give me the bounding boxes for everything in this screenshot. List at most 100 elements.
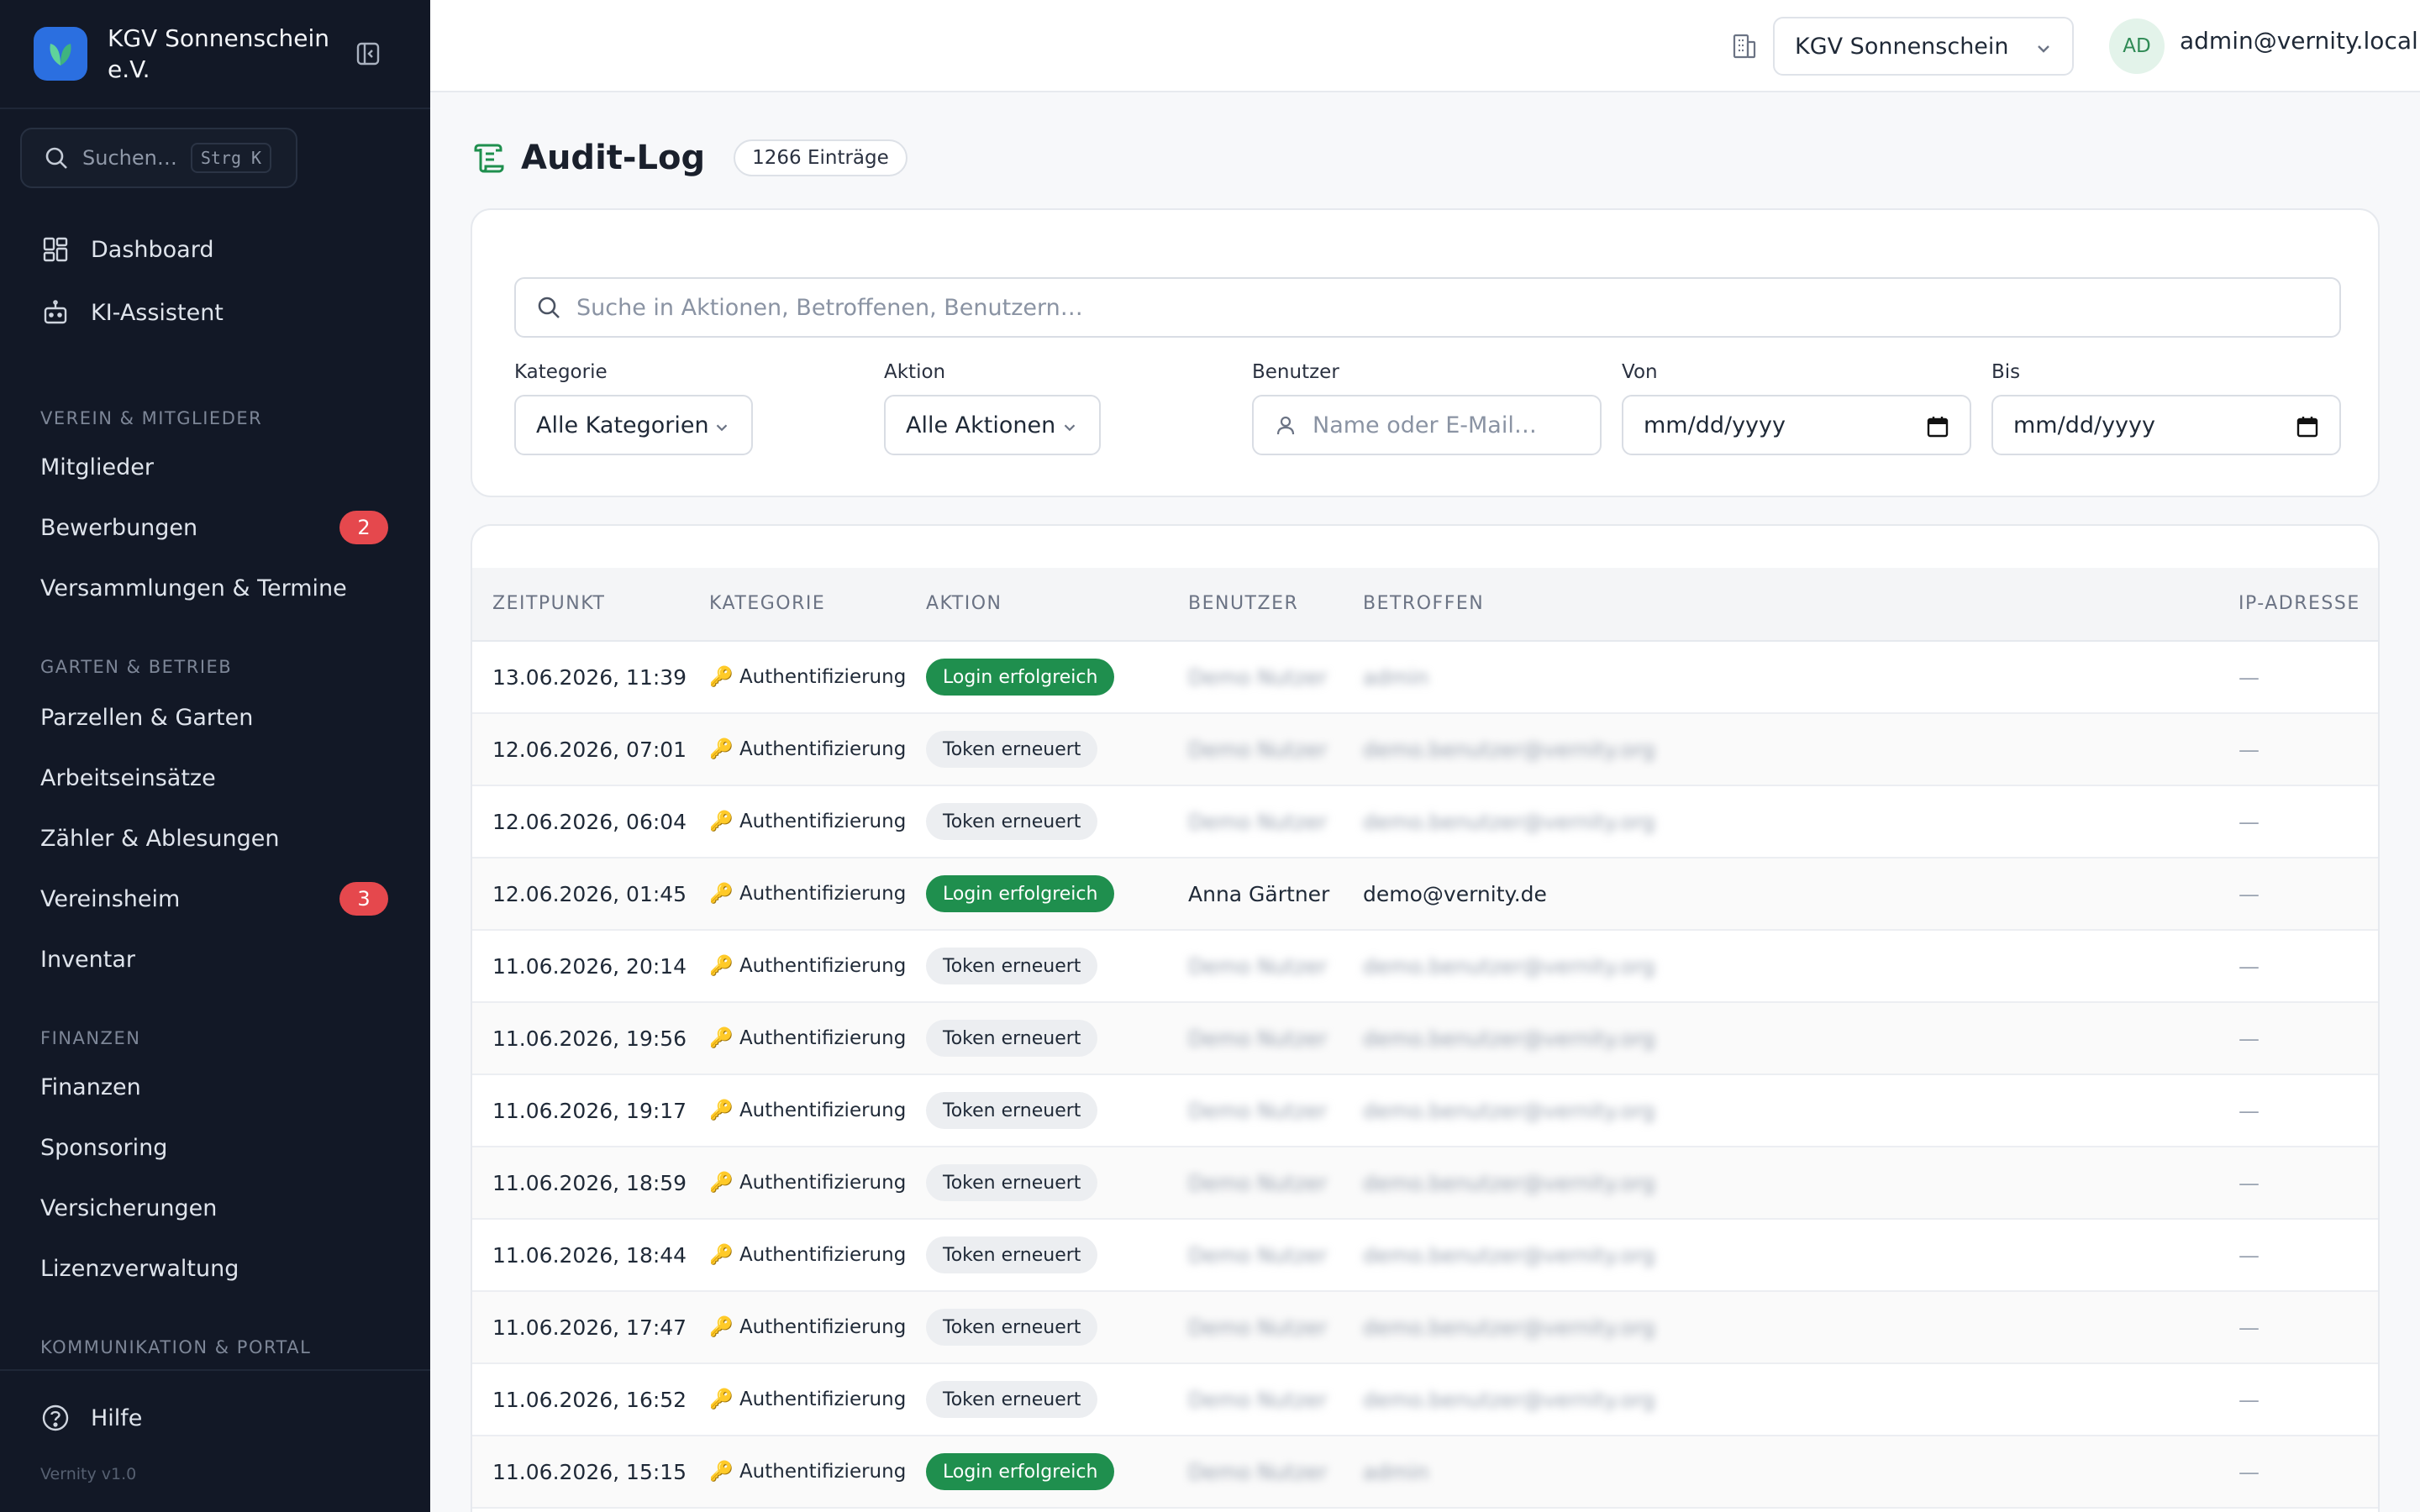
action-filter-value: Alle Aktionen	[906, 412, 1056, 438]
nav-ki-assistent[interactable]: KI-Assistent	[0, 286, 430, 339]
action-badge: Token erneuert	[926, 803, 1098, 840]
action-filter-select[interactable]: Alle Aktionen	[884, 395, 1101, 455]
table-row[interactable]: 12.06.2026, 06:04 🔑 Authentifizierung Toke…	[472, 786, 2378, 858]
table-row[interactable]: 11.06.2026, 17:47 🔑 Authentifizierung Toke…	[472, 1292, 2378, 1364]
user-filter-input[interactable]: Name oder E-Mail…	[1252, 395, 1602, 455]
cell-affected: demo.benutzer@vernity.org	[1363, 954, 1655, 979]
nav-label: Mitglieder	[40, 454, 154, 480]
to-date-input[interactable]: mm/dd/yyyy	[1991, 395, 2341, 455]
action-badge: Token erneuert	[926, 1092, 1098, 1129]
cell-affected: demo.benutzer@vernity.org	[1363, 810, 1655, 834]
nav-versicherungen[interactable]: Versicherungen	[0, 1181, 430, 1235]
table-row[interactable]: 11.06.2026, 19:56 🔑 Authentifizierung Toke…	[472, 1003, 2378, 1075]
nav-dashboard[interactable]: Dashboard	[0, 223, 430, 276]
action-badge: Login erfolgreich	[926, 1453, 1115, 1490]
avatar[interactable]: AD	[2109, 18, 2165, 74]
user-icon	[1276, 416, 1295, 435]
sidebar: KGV Sonnenschein e.V. Suchen… Strg K Das…	[0, 0, 430, 1512]
count-badge: 3	[339, 882, 388, 916]
nav-label: Versicherungen	[40, 1194, 218, 1221]
cell-ip-address: —	[2238, 954, 2260, 979]
column-header-betroffen[interactable]: BETROFFEN	[1363, 593, 1484, 614]
cell-timestamp: 12.06.2026, 07:01	[492, 738, 687, 762]
cell-user: Demo Nutzer	[1188, 810, 1328, 834]
nav-label: Dashboard	[91, 236, 214, 263]
table-row[interactable]: 13.06.2026, 11:39 🔑 Authentifizierung Logi…	[472, 642, 2378, 714]
robot-icon	[40, 297, 71, 328]
topbar: KGV Sonnenschein e.V. AD admin@vernity.l…	[430, 0, 2420, 92]
cell-user: Demo Nutzer	[1188, 1315, 1328, 1340]
cell-ip-address: —	[2238, 1099, 2260, 1123]
cell-timestamp: 11.06.2026, 19:56	[492, 1026, 687, 1051]
audit-search[interactable]	[514, 277, 2341, 338]
column-header-benutzer[interactable]: BENUTZER	[1188, 593, 1298, 614]
table-row[interactable]: 12.06.2026, 01:45 🔑 Authentifizierung Logi…	[472, 858, 2378, 931]
nav-versammlungen[interactable]: Versammlungen & Termine	[0, 561, 430, 615]
action-badge: Token erneuert	[926, 1164, 1098, 1201]
nav-inventar[interactable]: Inventar	[0, 932, 430, 986]
action-badge: Token erneuert	[926, 1309, 1098, 1346]
sidebar-search[interactable]: Suchen… Strg K	[20, 128, 297, 188]
nav-label: Inventar	[40, 946, 136, 973]
nav-lizenzverwaltung[interactable]: Lizenzverwaltung	[0, 1242, 430, 1295]
table-row[interactable]: 11.06.2026, 18:44 🔑 Authentifizierung Toke…	[472, 1220, 2378, 1292]
column-header-ip-adresse[interactable]: IP-ADRESSE	[2238, 593, 2360, 614]
nav-hilfe[interactable]: Hilfe	[0, 1391, 430, 1445]
cell-user: Demo Nutzer	[1188, 1388, 1328, 1412]
nav-parzellen[interactable]: Parzellen & Garten	[0, 690, 430, 744]
column-header-zeitpunkt[interactable]: ZEITPUNKT	[492, 593, 605, 614]
nav-arbeitseinsaetze[interactable]: Arbeitseinsätze	[0, 751, 430, 805]
cell-category: 🔑 Authentifizierung	[709, 1027, 907, 1049]
cell-category: 🔑 Authentifizierung	[709, 1316, 907, 1338]
category-filter-select[interactable]: Alle Kategorien	[514, 395, 753, 455]
column-header-kategorie[interactable]: KATEGORIE	[709, 593, 825, 614]
table-row[interactable]: 11.06.2026, 15:15 🔑 Authentifizierung Logi…	[472, 1436, 2378, 1509]
calendar-icon[interactable]	[1926, 415, 1949, 438]
nav-zaehler[interactable]: Zähler & Ablesungen	[0, 811, 430, 865]
cell-timestamp: 11.06.2026, 19:17	[492, 1099, 687, 1123]
table-row[interactable]: 11.06.2026, 16:52 🔑 Authentifizierung Toke…	[472, 1364, 2378, 1436]
table-row[interactable]: 11.06.2026, 19:17 🔑 Authentifizierung Toke…	[472, 1075, 2378, 1147]
org-select-value: KGV Sonnenschein e.V.	[1795, 33, 2015, 60]
cell-category: 🔑 Authentifizierung	[709, 738, 907, 760]
from-date-input[interactable]: mm/dd/yyyy	[1622, 395, 1971, 455]
cell-affected: admin	[1363, 665, 1429, 690]
to-date-value: mm/dd/yyyy	[2013, 412, 2155, 438]
nav-vereinsheim[interactable]: Vereinsheim 3	[0, 872, 430, 926]
action-badge: Token erneuert	[926, 1236, 1098, 1273]
column-header-aktion[interactable]: AKTION	[926, 593, 1002, 614]
table-row[interactable]: 11.06.2026, 20:14 🔑 Authentifizierung Toke…	[472, 931, 2378, 1003]
from-date-label: Von	[1622, 361, 1658, 383]
table-row[interactable]: 12.06.2026, 07:01 🔑 Authentifizierung Toke…	[472, 714, 2378, 786]
building-icon	[1733, 34, 1756, 59]
sidebar-collapse-icon[interactable]	[351, 37, 385, 71]
audit-search-input[interactable]	[576, 294, 2173, 321]
nav-finanzen[interactable]: Finanzen	[0, 1060, 430, 1114]
cell-ip-address: —	[2238, 1026, 2260, 1051]
cell-timestamp: 11.06.2026, 16:52	[492, 1388, 687, 1412]
calendar-icon[interactable]	[2296, 415, 2319, 438]
table-row[interactable]: 11.06.2026, 18:59 🔑 Authentifizierung Toke…	[472, 1147, 2378, 1220]
nav-mitglieder[interactable]: Mitglieder	[0, 440, 430, 494]
action-badge: Token erneuert	[926, 948, 1098, 984]
user-email[interactable]: admin@vernity.local	[2180, 27, 2418, 55]
dashboard-icon	[40, 234, 71, 265]
brand[interactable]: KGV Sonnenschein e.V.	[34, 24, 343, 84]
search-icon	[45, 147, 67, 169]
action-badge: Token erneuert	[926, 1381, 1098, 1418]
count-badge: 2	[339, 511, 388, 544]
cell-category: 🔑 Authentifizierung	[709, 1172, 907, 1194]
category-filter-label: Kategorie	[514, 361, 608, 383]
cell-user: Anna Gärtner	[1188, 882, 1330, 906]
nav-label: Bewerbungen	[40, 514, 198, 541]
sidebar-divider	[0, 108, 430, 109]
nav-sponsoring[interactable]: Sponsoring	[0, 1121, 430, 1174]
cell-category: 🔑 Authentifizierung	[709, 1389, 907, 1410]
section-title-verein: VEREIN & MITGLIEDER	[40, 408, 263, 428]
nav-bewerbungen[interactable]: Bewerbungen 2	[0, 501, 430, 554]
nav-label: Hilfe	[91, 1404, 143, 1431]
section-title-finanzen: FINANZEN	[40, 1028, 141, 1048]
org-select[interactable]: KGV Sonnenschein e.V.	[1773, 17, 2074, 76]
page-title: Audit-Log	[521, 139, 706, 177]
cell-user: Demo Nutzer	[1188, 665, 1328, 690]
